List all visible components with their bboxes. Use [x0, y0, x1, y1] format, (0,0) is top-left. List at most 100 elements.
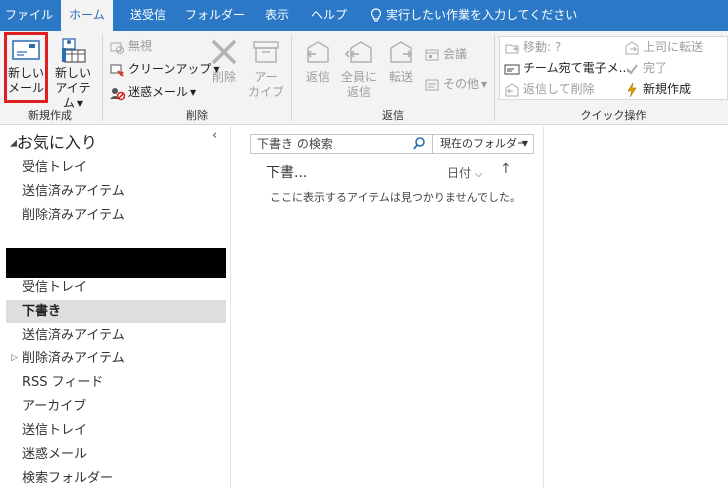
- quickstep-reply-delete[interactable]: 返信して削除: [504, 79, 595, 99]
- lightbulb-icon: [370, 0, 382, 31]
- folder-inbox[interactable]: 受信トレイ: [6, 276, 226, 299]
- triangle-down-icon: ◢: [10, 138, 17, 149]
- tab-view[interactable]: 表示: [254, 0, 300, 31]
- search-scope-dropdown[interactable]: 現在のフォルダー ▼: [433, 134, 534, 154]
- chevron-down-icon: ▼: [481, 79, 488, 89]
- tell-me-label: 実行したい作業を入力してください: [386, 8, 578, 22]
- folder-rss-feeds[interactable]: RSS フィード: [6, 371, 226, 394]
- junk-button[interactable]: 迷惑メール ▼: [109, 82, 196, 102]
- folder-drafts[interactable]: 下書き: [6, 300, 226, 323]
- expand-arrow-icon[interactable]: ▷: [11, 347, 18, 370]
- reading-pane: [545, 126, 728, 488]
- chevron-down-icon: ⌵: [474, 169, 483, 180]
- ignore-label: 無視: [128, 39, 153, 53]
- folder-deleted-items[interactable]: ▷ 削除済みアイテム: [6, 347, 226, 370]
- more-icon: [424, 77, 440, 93]
- favorites-header-label: お気に入り: [16, 133, 97, 152]
- meeting-icon: [424, 47, 440, 63]
- folder-arrow-icon: [504, 40, 520, 56]
- chevron-down-icon: ▼: [521, 139, 528, 148]
- cleanup-button[interactable]: クリーンアップ ▼: [109, 59, 220, 79]
- tell-me-search[interactable]: 実行したい作業を入力してください: [370, 0, 577, 31]
- folder-sent-items[interactable]: 送信済みアイテム: [6, 324, 226, 347]
- ignore-button[interactable]: 無視: [109, 36, 152, 56]
- cleanup-icon: [109, 62, 125, 78]
- message-list: 下書き の検索 現在のフォルダー ▼ 下書... 日付 ⌵ ↑ ここに表示するア…: [232, 126, 544, 488]
- reply-button[interactable]: 返信: [298, 34, 338, 85]
- new-items-label-2-text: アイテム: [55, 81, 91, 110]
- meeting-label: 会議: [443, 47, 468, 61]
- group-label-delete: 削除: [186, 109, 208, 122]
- quickstep-move-label: 移動: ?: [523, 40, 562, 54]
- checkmark-icon: [624, 61, 640, 77]
- ignore-icon: [109, 39, 125, 55]
- delete-label: 削除: [211, 70, 236, 84]
- quickstep-done[interactable]: 完了: [624, 58, 667, 78]
- forward-button[interactable]: 転送: [381, 34, 421, 85]
- sort-direction-up-arrow-icon[interactable]: ↑: [500, 161, 512, 177]
- search-input[interactable]: 下書き の検索: [250, 134, 433, 154]
- favorite-deleted-items[interactable]: 削除済みアイテム: [6, 204, 226, 227]
- search-icon[interactable]: [413, 135, 426, 153]
- cleanup-label: クリーンアップ: [128, 62, 212, 76]
- quickstep-manager-label: 上司に転送: [643, 40, 704, 54]
- delete-icon: [209, 38, 239, 66]
- folder-junk[interactable]: 迷惑メール: [6, 443, 226, 466]
- tab-home[interactable]: ホーム: [61, 0, 113, 33]
- archive-icon: [251, 38, 281, 66]
- favorite-sent-items[interactable]: 送信済みアイテム: [6, 180, 226, 203]
- sort-by-label: 日付: [447, 166, 472, 180]
- favorites-header[interactable]: ◢お気に入り: [10, 129, 97, 153]
- folder-archive[interactable]: アーカイブ: [6, 395, 226, 418]
- reply-delete-icon: [504, 82, 520, 98]
- quickstep-done-label: 完了: [643, 61, 668, 75]
- meeting-button[interactable]: 会議: [424, 44, 467, 64]
- sort-by-dropdown[interactable]: 日付 ⌵: [447, 164, 482, 181]
- reply-all-label-1: 全員に: [340, 70, 377, 84]
- forward-icon: [385, 38, 417, 66]
- group-divider: [102, 35, 103, 121]
- more-respond-button[interactable]: その他 ▼: [424, 74, 487, 94]
- account-header-redacted[interactable]: [6, 248, 226, 278]
- search-placeholder: 下書き の検索: [257, 137, 333, 151]
- group-divider: [291, 35, 292, 121]
- empty-list-message: ここに表示するアイテムは見つかりませんでした。: [270, 191, 522, 204]
- ribbon: 新しい メール 新しい アイテム ▼ 新規作成 無視 クリーンアップ ▼ 迷惑メール…: [0, 31, 728, 125]
- folder-outbox[interactable]: 送信トレイ: [6, 419, 226, 442]
- reply-all-button[interactable]: 全員に 返信: [339, 34, 379, 100]
- reply-all-icon: [343, 38, 375, 66]
- new-items-icon: [57, 36, 89, 64]
- collapse-pane-icon[interactable]: ‹: [212, 128, 217, 143]
- tab-help[interactable]: ヘルプ: [304, 0, 354, 31]
- group-divider: [494, 35, 495, 121]
- favorite-inbox[interactable]: 受信トレイ: [6, 156, 226, 179]
- folder-deleted-items-label: 削除済みアイテム: [22, 351, 125, 366]
- quickstep-team-label: チーム宛て電子メ...: [523, 61, 631, 75]
- quickstep-create-label: 新規作成: [643, 82, 692, 96]
- tab-folder[interactable]: フォルダー: [182, 0, 248, 31]
- new-items-label-1: 新しい: [54, 66, 91, 80]
- new-mail-highlight-box: [4, 32, 48, 103]
- new-items-button[interactable]: 新しい アイテム ▼: [50, 34, 96, 111]
- menu-bar: ファイル ホーム 送受信 フォルダー 表示 ヘルプ 実行したい作業を入力してくだ…: [0, 0, 728, 33]
- quickstep-move-to[interactable]: 移動: ?: [504, 37, 561, 57]
- archive-button[interactable]: アー カイブ: [246, 34, 286, 100]
- quickstep-team-email[interactable]: チーム宛て電子メ...: [504, 58, 630, 78]
- forward-mail-icon: [624, 40, 640, 56]
- chevron-down-icon: ▼: [190, 87, 197, 97]
- delete-button[interactable]: 削除: [204, 34, 244, 85]
- reply-all-label-2: 返信: [346, 85, 371, 99]
- quickstep-to-manager[interactable]: 上司に転送: [624, 37, 703, 57]
- envelope-icon: [504, 61, 520, 77]
- forward-label: 転送: [388, 70, 413, 84]
- tab-send-receive[interactable]: 送受信: [119, 0, 177, 31]
- reply-icon: [302, 38, 334, 66]
- group-label-respond: 返信: [382, 109, 404, 122]
- folder-search-folders[interactable]: 検索フォルダー: [6, 467, 226, 488]
- tab-file[interactable]: ファイル: [0, 0, 58, 31]
- folder-pane: ◢お気に入り ‹ 受信トレイ 送信済みアイテム 削除済みアイテム 受信トレイ 下…: [0, 126, 231, 488]
- archive-label-1: アー: [254, 70, 278, 84]
- junk-label: 迷惑メール: [128, 85, 189, 99]
- quickstep-create-new[interactable]: 新規作成: [624, 79, 691, 99]
- search-scope-value: 現在のフォルダー: [440, 137, 528, 150]
